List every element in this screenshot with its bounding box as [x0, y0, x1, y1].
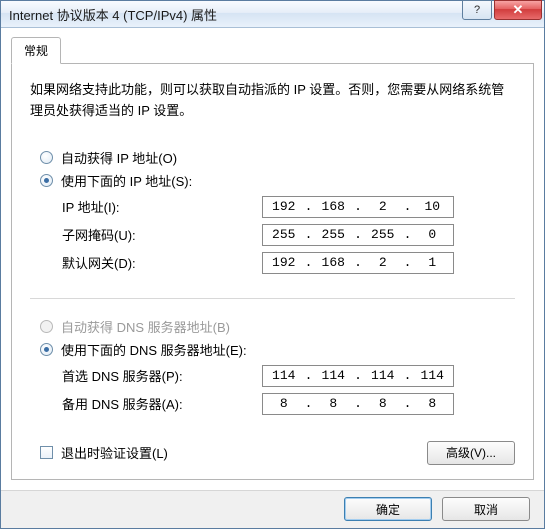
- tab-general-label: 常规: [24, 44, 48, 58]
- cancel-button-label: 取消: [474, 501, 498, 518]
- radio-manual-dns-label: 使用下面的 DNS 服务器地址(E):: [61, 340, 247, 359]
- radio-manual-ip-label: 使用下面的 IP 地址(S):: [61, 171, 192, 190]
- gw-octet-1[interactable]: 192: [263, 255, 305, 270]
- radio-manual-dns[interactable]: [40, 343, 53, 356]
- alt-dns-input[interactable]: 8. 8. 8. 8: [262, 393, 454, 415]
- pdns-octet-1[interactable]: 114: [263, 368, 305, 383]
- radio-auto-ip-row[interactable]: 自动获得 IP 地址(O): [40, 148, 515, 167]
- radio-auto-dns: [40, 320, 53, 333]
- gateway-label: 默认网关(D):: [62, 253, 262, 272]
- ok-button[interactable]: 确定: [344, 497, 432, 521]
- primary-dns-label: 首选 DNS 服务器(P):: [62, 366, 262, 385]
- tab-general[interactable]: 常规: [11, 37, 61, 64]
- validate-on-exit-row[interactable]: 退出时验证设置(L): [40, 443, 168, 462]
- field-ip-address: IP 地址(I): 192. 168. 2. 10: [62, 196, 515, 218]
- validate-checkbox[interactable]: [40, 446, 53, 459]
- mask-octet-1[interactable]: 255: [263, 227, 305, 242]
- radio-auto-dns-label: 自动获得 DNS 服务器地址(B): [61, 317, 230, 336]
- window-buttons: ? ✕: [460, 0, 542, 22]
- dialog-window: Internet 协议版本 4 (TCP/IPv4) 属性 ? ✕ 常规 如果网…: [0, 0, 545, 529]
- tab-panel-general: 如果网络支持此功能，则可以获取自动指派的 IP 设置。否则，您需要从网络系统管理…: [11, 63, 534, 480]
- radio-manual-ip[interactable]: [40, 174, 53, 187]
- pdns-octet-3[interactable]: 114: [362, 368, 404, 383]
- adns-octet-4[interactable]: 8: [412, 396, 454, 411]
- radio-manual-ip-row[interactable]: 使用下面的 IP 地址(S):: [40, 171, 515, 190]
- close-icon: ✕: [513, 2, 524, 18]
- pdns-octet-4[interactable]: 114: [412, 368, 454, 383]
- ip-address-label: IP 地址(I):: [62, 197, 262, 216]
- ip-address-input[interactable]: 192. 168. 2. 10: [262, 196, 454, 218]
- adns-octet-2[interactable]: 8: [313, 396, 355, 411]
- subnet-mask-input[interactable]: 255. 255. 255. 0: [262, 224, 454, 246]
- ip-octet-1[interactable]: 192: [263, 199, 305, 214]
- radio-auto-dns-row: 自动获得 DNS 服务器地址(B): [40, 317, 515, 336]
- divider: [30, 298, 515, 299]
- advanced-button[interactable]: 高级(V)...: [427, 441, 515, 465]
- adns-octet-1[interactable]: 8: [263, 396, 305, 411]
- help-icon: ?: [474, 4, 480, 16]
- ip-octet-4[interactable]: 10: [412, 199, 454, 214]
- subnet-mask-label: 子网掩码(U):: [62, 225, 262, 244]
- dialog-buttons: 确定 取消: [1, 490, 544, 528]
- field-subnet-mask: 子网掩码(U): 255. 255. 255. 0: [62, 224, 515, 246]
- titlebar[interactable]: Internet 协议版本 4 (TCP/IPv4) 属性 ? ✕: [1, 1, 544, 28]
- gw-octet-2[interactable]: 168: [313, 255, 355, 270]
- help-button[interactable]: ?: [462, 0, 492, 20]
- primary-dns-input[interactable]: 114. 114. 114. 114: [262, 365, 454, 387]
- radio-auto-ip[interactable]: [40, 151, 53, 164]
- description-text: 如果网络支持此功能，则可以获取自动指派的 IP 设置。否则，您需要从网络系统管理…: [30, 80, 515, 122]
- gw-octet-4[interactable]: 1: [412, 255, 454, 270]
- close-button[interactable]: ✕: [494, 0, 542, 20]
- mask-octet-3[interactable]: 255: [362, 227, 404, 242]
- mask-octet-2[interactable]: 255: [313, 227, 355, 242]
- gateway-input[interactable]: 192. 168. 2. 1: [262, 252, 454, 274]
- field-primary-dns: 首选 DNS 服务器(P): 114. 114. 114. 114: [62, 365, 515, 387]
- client-area: 常规 如果网络支持此功能，则可以获取自动指派的 IP 设置。否则，您需要从网络系…: [1, 28, 544, 490]
- advanced-button-label: 高级(V)...: [446, 444, 496, 461]
- cancel-button[interactable]: 取消: [442, 497, 530, 521]
- ip-octet-2[interactable]: 168: [313, 199, 355, 214]
- field-alt-dns: 备用 DNS 服务器(A): 8. 8. 8. 8: [62, 393, 515, 415]
- validate-label: 退出时验证设置(L): [61, 443, 168, 462]
- dns-group: 自动获得 DNS 服务器地址(B) 使用下面的 DNS 服务器地址(E): 首选…: [30, 309, 515, 431]
- ok-button-label: 确定: [376, 501, 400, 518]
- tabstrip: 常规: [11, 36, 534, 63]
- ip-group: 自动获得 IP 地址(O) 使用下面的 IP 地址(S): IP 地址(I): …: [30, 140, 515, 290]
- gw-octet-3[interactable]: 2: [362, 255, 404, 270]
- radio-manual-dns-row[interactable]: 使用下面的 DNS 服务器地址(E):: [40, 340, 515, 359]
- alt-dns-label: 备用 DNS 服务器(A):: [62, 394, 262, 413]
- ip-octet-3[interactable]: 2: [362, 199, 404, 214]
- radio-auto-ip-label: 自动获得 IP 地址(O): [61, 148, 177, 167]
- window-title: Internet 协议版本 4 (TCP/IPv4) 属性: [9, 5, 460, 24]
- mask-octet-4[interactable]: 0: [412, 227, 454, 242]
- field-default-gateway: 默认网关(D): 192. 168. 2. 1: [62, 252, 515, 274]
- bottom-row: 退出时验证设置(L) 高级(V)...: [30, 441, 515, 465]
- adns-octet-3[interactable]: 8: [362, 396, 404, 411]
- pdns-octet-2[interactable]: 114: [313, 368, 355, 383]
